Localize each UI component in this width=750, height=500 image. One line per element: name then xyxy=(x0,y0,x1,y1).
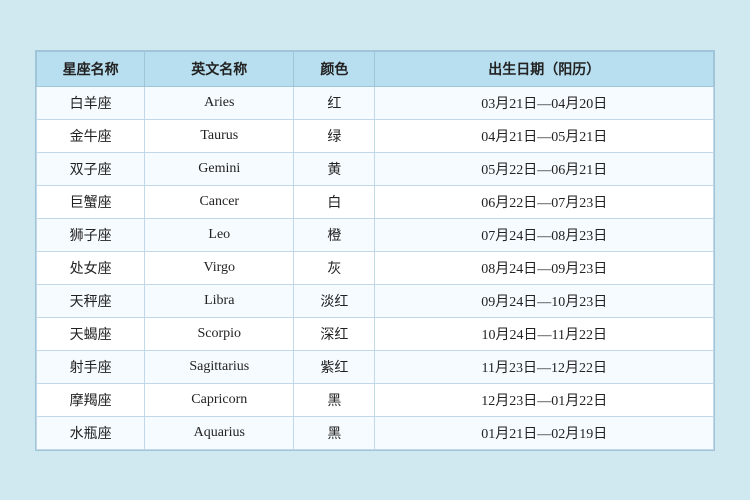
cell-date: 07月24日—08月23日 xyxy=(375,218,714,251)
cell-chinese: 巨蟹座 xyxy=(37,185,145,218)
cell-english: Libra xyxy=(145,284,294,317)
cell-english: Virgo xyxy=(145,251,294,284)
header-date: 出生日期（阳历） xyxy=(375,51,714,86)
cell-english: Sagittarius xyxy=(145,350,294,383)
table-row: 白羊座Aries红03月21日—04月20日 xyxy=(37,86,714,119)
cell-english: Leo xyxy=(145,218,294,251)
cell-date: 10月24日—11月22日 xyxy=(375,317,714,350)
cell-english: Aries xyxy=(145,86,294,119)
table-body: 白羊座Aries红03月21日—04月20日金牛座Taurus绿04月21日—0… xyxy=(37,86,714,449)
header-english: 英文名称 xyxy=(145,51,294,86)
cell-chinese: 摩羯座 xyxy=(37,383,145,416)
zodiac-table-container: 星座名称 英文名称 颜色 出生日期（阳历） 白羊座Aries红03月21日—04… xyxy=(35,50,715,451)
table-row: 处女座Virgo灰08月24日—09月23日 xyxy=(37,251,714,284)
cell-color: 黑 xyxy=(294,416,375,449)
cell-date: 12月23日—01月22日 xyxy=(375,383,714,416)
cell-color: 深红 xyxy=(294,317,375,350)
cell-english: Capricorn xyxy=(145,383,294,416)
cell-date: 03月21日—04月20日 xyxy=(375,86,714,119)
cell-chinese: 双子座 xyxy=(37,152,145,185)
table-row: 狮子座Leo橙07月24日—08月23日 xyxy=(37,218,714,251)
cell-date: 11月23日—12月22日 xyxy=(375,350,714,383)
zodiac-table: 星座名称 英文名称 颜色 出生日期（阳历） 白羊座Aries红03月21日—04… xyxy=(36,51,714,450)
cell-chinese: 射手座 xyxy=(37,350,145,383)
cell-date: 09月24日—10月23日 xyxy=(375,284,714,317)
cell-english: Aquarius xyxy=(145,416,294,449)
cell-date: 08月24日—09月23日 xyxy=(375,251,714,284)
cell-chinese: 水瓶座 xyxy=(37,416,145,449)
table-row: 天蝎座Scorpio深红10月24日—11月22日 xyxy=(37,317,714,350)
cell-color: 黄 xyxy=(294,152,375,185)
table-header-row: 星座名称 英文名称 颜色 出生日期（阳历） xyxy=(37,51,714,86)
cell-color: 白 xyxy=(294,185,375,218)
table-row: 摩羯座Capricorn黑12月23日—01月22日 xyxy=(37,383,714,416)
cell-date: 06月22日—07月23日 xyxy=(375,185,714,218)
cell-color: 红 xyxy=(294,86,375,119)
cell-date: 05月22日—06月21日 xyxy=(375,152,714,185)
table-row: 巨蟹座Cancer白06月22日—07月23日 xyxy=(37,185,714,218)
cell-color: 淡红 xyxy=(294,284,375,317)
cell-chinese: 白羊座 xyxy=(37,86,145,119)
cell-english: Scorpio xyxy=(145,317,294,350)
header-chinese: 星座名称 xyxy=(37,51,145,86)
table-row: 射手座Sagittarius紫红11月23日—12月22日 xyxy=(37,350,714,383)
cell-chinese: 金牛座 xyxy=(37,119,145,152)
cell-english: Taurus xyxy=(145,119,294,152)
cell-english: Cancer xyxy=(145,185,294,218)
table-row: 水瓶座Aquarius黑01月21日—02月19日 xyxy=(37,416,714,449)
cell-color: 灰 xyxy=(294,251,375,284)
cell-color: 绿 xyxy=(294,119,375,152)
cell-chinese: 狮子座 xyxy=(37,218,145,251)
cell-chinese: 处女座 xyxy=(37,251,145,284)
table-row: 天秤座Libra淡红09月24日—10月23日 xyxy=(37,284,714,317)
cell-chinese: 天蝎座 xyxy=(37,317,145,350)
cell-chinese: 天秤座 xyxy=(37,284,145,317)
cell-color: 黑 xyxy=(294,383,375,416)
header-color: 颜色 xyxy=(294,51,375,86)
cell-color: 紫红 xyxy=(294,350,375,383)
table-row: 双子座Gemini黄05月22日—06月21日 xyxy=(37,152,714,185)
cell-date: 04月21日—05月21日 xyxy=(375,119,714,152)
cell-english: Gemini xyxy=(145,152,294,185)
table-row: 金牛座Taurus绿04月21日—05月21日 xyxy=(37,119,714,152)
cell-date: 01月21日—02月19日 xyxy=(375,416,714,449)
cell-color: 橙 xyxy=(294,218,375,251)
